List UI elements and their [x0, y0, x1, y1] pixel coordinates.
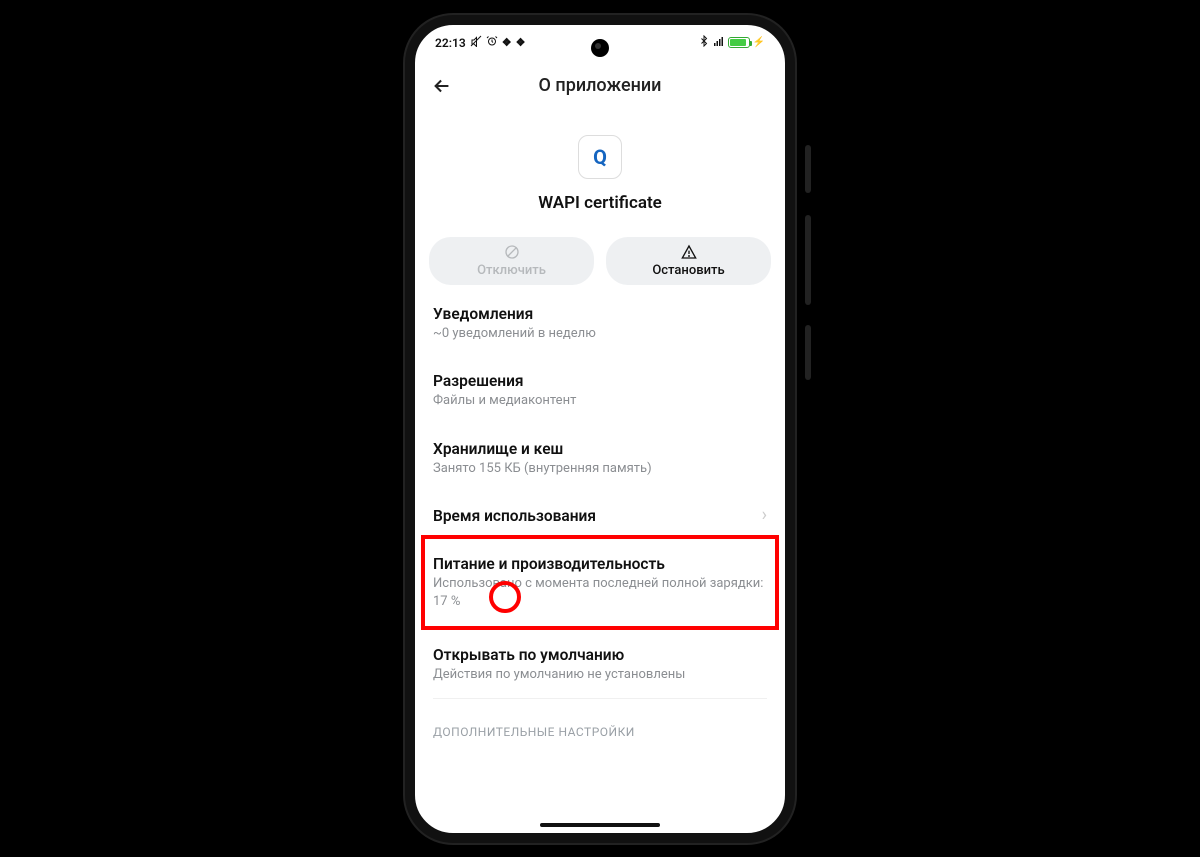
page-title: О приложении [539, 75, 662, 96]
list-item-usage-time[interactable]: Время использования › [433, 491, 767, 539]
phone-side-button [805, 325, 811, 380]
app-name: WAPI certificate [538, 193, 662, 213]
alarm-icon [486, 35, 498, 50]
item-title: Разрешения [433, 372, 767, 390]
stop-label: Остановить [652, 263, 724, 278]
item-title: Открывать по умолчанию [433, 646, 767, 664]
item-title: Хранилище и кеш [433, 440, 767, 458]
phone-frame: 22:13 ❖ ❖ ⚡ [405, 15, 795, 843]
battery-icon [728, 37, 750, 48]
action-row: Отключить Остановить [415, 229, 785, 289]
settings-list: Уведомления ~0 уведомлений в неделю Разр… [415, 289, 785, 739]
disable-label: Отключить [477, 263, 546, 278]
item-title: Питание и производительность [433, 555, 767, 573]
misc-icon: ❖ [502, 36, 512, 49]
bluetooth-icon [698, 35, 710, 50]
list-item-default-open[interactable]: Открывать по умолчанию Действия по умолч… [433, 630, 767, 699]
item-sub: Файлы и медиаконтент [433, 392, 767, 410]
signal-icon [713, 35, 725, 50]
camera-cutout [591, 39, 609, 57]
warning-icon [681, 244, 697, 263]
phone-side-button [805, 215, 811, 305]
item-sub: ~0 уведомлений в неделю [433, 325, 767, 343]
status-time: 22:13 [435, 36, 466, 50]
stop-button[interactable]: Остановить [606, 237, 771, 285]
section-label: ДОПОЛНИТЕЛЬНЫЕ НАСТРОЙКИ [433, 699, 767, 739]
item-sub: Использовано с момента последней полной … [433, 575, 767, 610]
misc-icon: ❖ [516, 36, 526, 49]
disable-icon [504, 244, 520, 263]
app-info-block: Q WAPI certificate [415, 117, 785, 229]
home-indicator[interactable] [540, 823, 660, 827]
list-item-notifications[interactable]: Уведомления ~0 уведомлений в неделю [433, 289, 767, 357]
item-sub: Действия по умолчанию не установлены [433, 666, 767, 684]
item-sub: Занято 155 КБ (внутренняя память) [433, 460, 767, 478]
item-title: Время использования [433, 507, 767, 525]
item-title: Уведомления [433, 305, 767, 323]
list-item-storage[interactable]: Хранилище и кеш Занято 155 КБ (внутрення… [433, 424, 767, 492]
app-icon: Q [578, 135, 622, 179]
chevron-right-icon: › [762, 505, 767, 526]
disable-button: Отключить [429, 237, 594, 285]
mute-icon [470, 35, 482, 50]
back-button[interactable] [431, 75, 453, 97]
charge-icon: ⚡ [753, 37, 765, 48]
list-item-permissions[interactable]: Разрешения Файлы и медиаконтент [433, 356, 767, 424]
phone-side-button [805, 145, 811, 193]
list-item-power[interactable]: Питание и производительность Использован… [433, 539, 767, 624]
header: О приложении [415, 61, 785, 117]
